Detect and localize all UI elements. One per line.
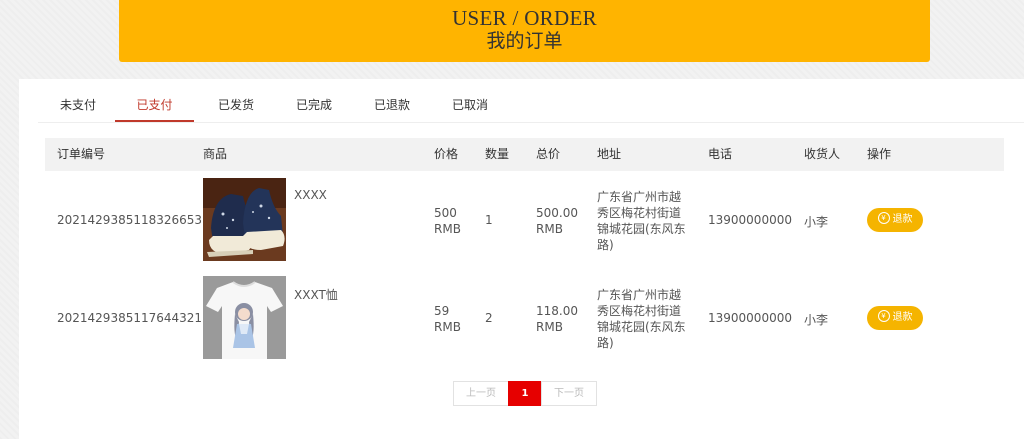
- table-header: 订单编号 商品 价格 数量 总价 地址 电话 收货人 操作: [45, 138, 1004, 171]
- header-qty: 数量: [485, 147, 510, 161]
- product-name[interactable]: XXXX: [294, 188, 327, 202]
- banner-title-en: USER / ORDER: [452, 6, 597, 30]
- orders-panel: 未支付 已支付 已发货 已完成 已退款 已取消 订单编号 商品 价格 数量 总价…: [19, 79, 1024, 439]
- tab-refunded[interactable]: 已退款: [372, 79, 412, 121]
- tshirt-image[interactable]: [203, 276, 286, 359]
- tab-shipped[interactable]: 已发货: [216, 79, 256, 121]
- receiver-name: 小李: [804, 215, 829, 229]
- order-number: 2021429385118326653: [57, 213, 203, 227]
- refund-button-label: 退款: [892, 312, 913, 323]
- order-status-tabs: 未支付 已支付 已发货 已完成 已退款 已取消: [38, 79, 1024, 123]
- yen-icon: ¥: [877, 310, 890, 322]
- shipping-address: 广东省广州市越秀区梅花村街道锦城花园(东风东路): [597, 190, 686, 252]
- total-price: 500.00 RMB: [536, 206, 578, 236]
- tab-paid[interactable]: 已支付: [115, 79, 194, 122]
- table-row: 2021429385117644321 XXXT恤 59 RMB 2 118.0…: [45, 269, 1004, 367]
- tab-unpaid[interactable]: 未支付: [58, 79, 98, 121]
- tab-completed[interactable]: 已完成: [294, 79, 334, 121]
- order-number: 2021429385117644321: [57, 311, 203, 325]
- yen-icon: ¥: [877, 212, 890, 224]
- header-action: 操作: [867, 147, 892, 161]
- shipping-address: 广东省广州市越秀区梅花村街道锦城花园(东风东路): [597, 288, 686, 350]
- quantity: 1: [485, 213, 493, 227]
- receiver-name: 小李: [804, 313, 829, 327]
- table-row: 2021429385118326653 XXXX 500 RMB 1 500.0…: [45, 171, 1004, 269]
- quantity: 2: [485, 311, 493, 325]
- unit-price: 59 RMB: [434, 304, 461, 334]
- unit-price: 500 RMB: [434, 206, 461, 236]
- total-price: 118.00 RMB: [536, 304, 578, 334]
- next-page-button[interactable]: 下一页: [541, 381, 597, 406]
- header-product: 商品: [203, 147, 228, 161]
- refund-button[interactable]: ¥ 退款: [867, 208, 923, 232]
- header-order-no: 订单编号: [57, 147, 106, 161]
- header-total: 总价: [536, 147, 561, 161]
- header-receiver: 收货人: [804, 147, 841, 161]
- refund-button[interactable]: ¥ 退款: [867, 306, 923, 330]
- tab-cancelled[interactable]: 已取消: [450, 79, 490, 121]
- header-phone: 电话: [708, 147, 733, 161]
- banner-title-cn: 我的订单: [486, 30, 563, 52]
- prev-page-button[interactable]: 上一页: [453, 381, 509, 406]
- pagination: 上一页 1 下一页: [19, 381, 1024, 406]
- product-name[interactable]: XXXT恤: [294, 286, 338, 303]
- sneaker-image[interactable]: [203, 178, 286, 261]
- header-price: 价格: [434, 147, 459, 161]
- refund-button-label: 退款: [892, 214, 913, 225]
- phone-number: 13900000000: [708, 311, 792, 325]
- page-1-button[interactable]: 1: [508, 381, 542, 406]
- page-banner: USER / ORDER 我的订单: [119, 0, 930, 62]
- header-address: 地址: [597, 147, 622, 161]
- phone-number: 13900000000: [708, 213, 792, 227]
